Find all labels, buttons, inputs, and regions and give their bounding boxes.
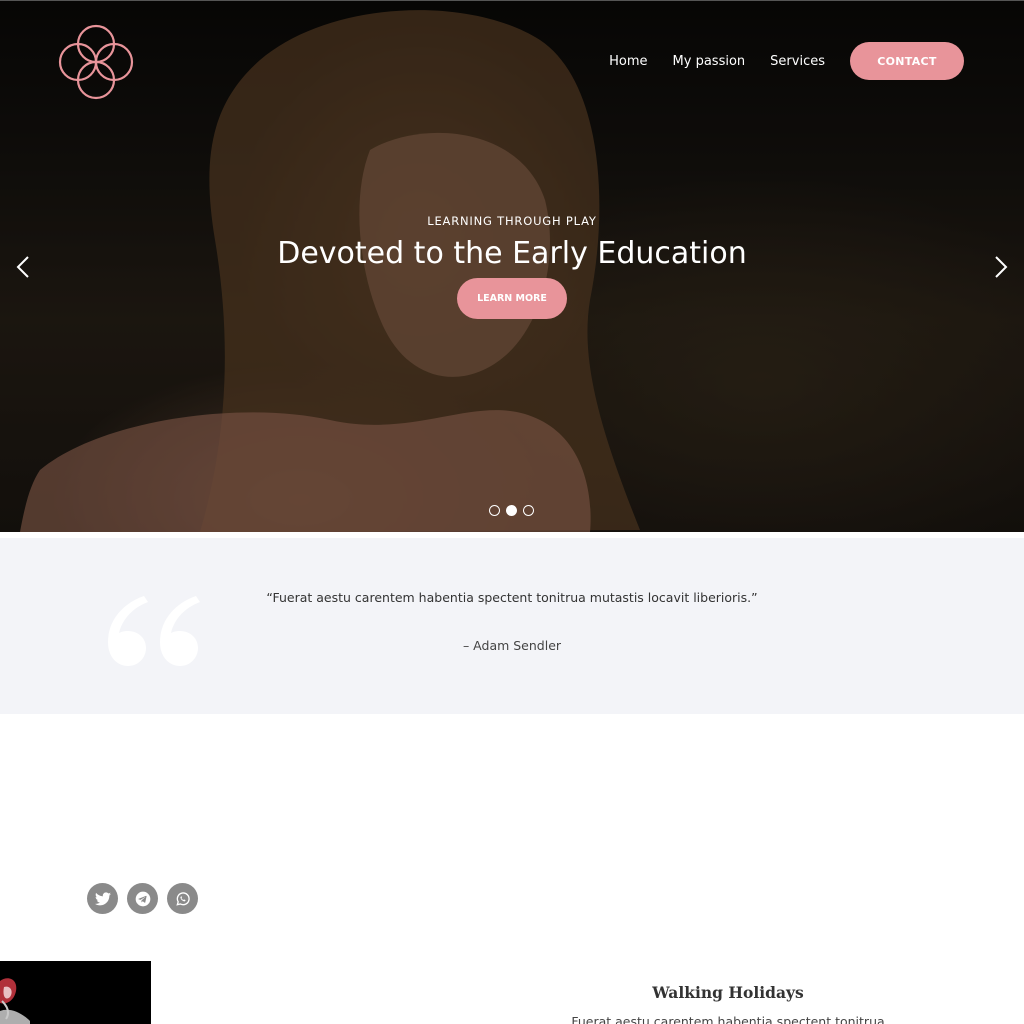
top-border bbox=[0, 0, 1024, 1]
card-thumbnail-image bbox=[0, 961, 151, 1024]
quote-mark-icon bbox=[108, 596, 200, 666]
social-links bbox=[87, 883, 198, 914]
slider-dot-2[interactable] bbox=[506, 505, 517, 516]
logo-icon[interactable] bbox=[56, 22, 136, 102]
learn-more-button[interactable]: LEARN MORE bbox=[457, 278, 567, 319]
telegram-icon[interactable] bbox=[127, 883, 158, 914]
hero-kicker: LEARNING THROUGH PLAY bbox=[427, 214, 597, 228]
whatsapp-icon[interactable] bbox=[167, 883, 198, 914]
card-title: Walking Holidays bbox=[652, 983, 804, 1002]
slider-dot-1[interactable] bbox=[489, 505, 500, 516]
quote-author: – Adam Sendler bbox=[462, 638, 562, 653]
contact-button[interactable]: CONTACT bbox=[850, 42, 964, 80]
nav-my-passion-link[interactable]: My passion bbox=[673, 54, 746, 69]
nav-services-link[interactable]: Services bbox=[770, 54, 825, 69]
twitter-icon[interactable] bbox=[87, 883, 118, 914]
quote-text: “Fuerat aestu carentem habentia spectent… bbox=[266, 590, 758, 605]
chevron-left-icon[interactable] bbox=[12, 254, 36, 280]
hero-title: Devoted to the Early Education bbox=[277, 236, 747, 271]
chevron-right-icon[interactable] bbox=[988, 254, 1012, 280]
hero-slider: Home My passion Services CONTACT LEARNIN… bbox=[0, 0, 1024, 532]
slider-dot-3[interactable] bbox=[523, 505, 534, 516]
nav-home-link[interactable]: Home bbox=[609, 54, 647, 69]
card-text: Fuerat aestu carentem habentia spectent … bbox=[571, 1014, 885, 1024]
main-nav: Home My passion Services CONTACT bbox=[609, 42, 964, 80]
slider-dots bbox=[489, 505, 534, 516]
